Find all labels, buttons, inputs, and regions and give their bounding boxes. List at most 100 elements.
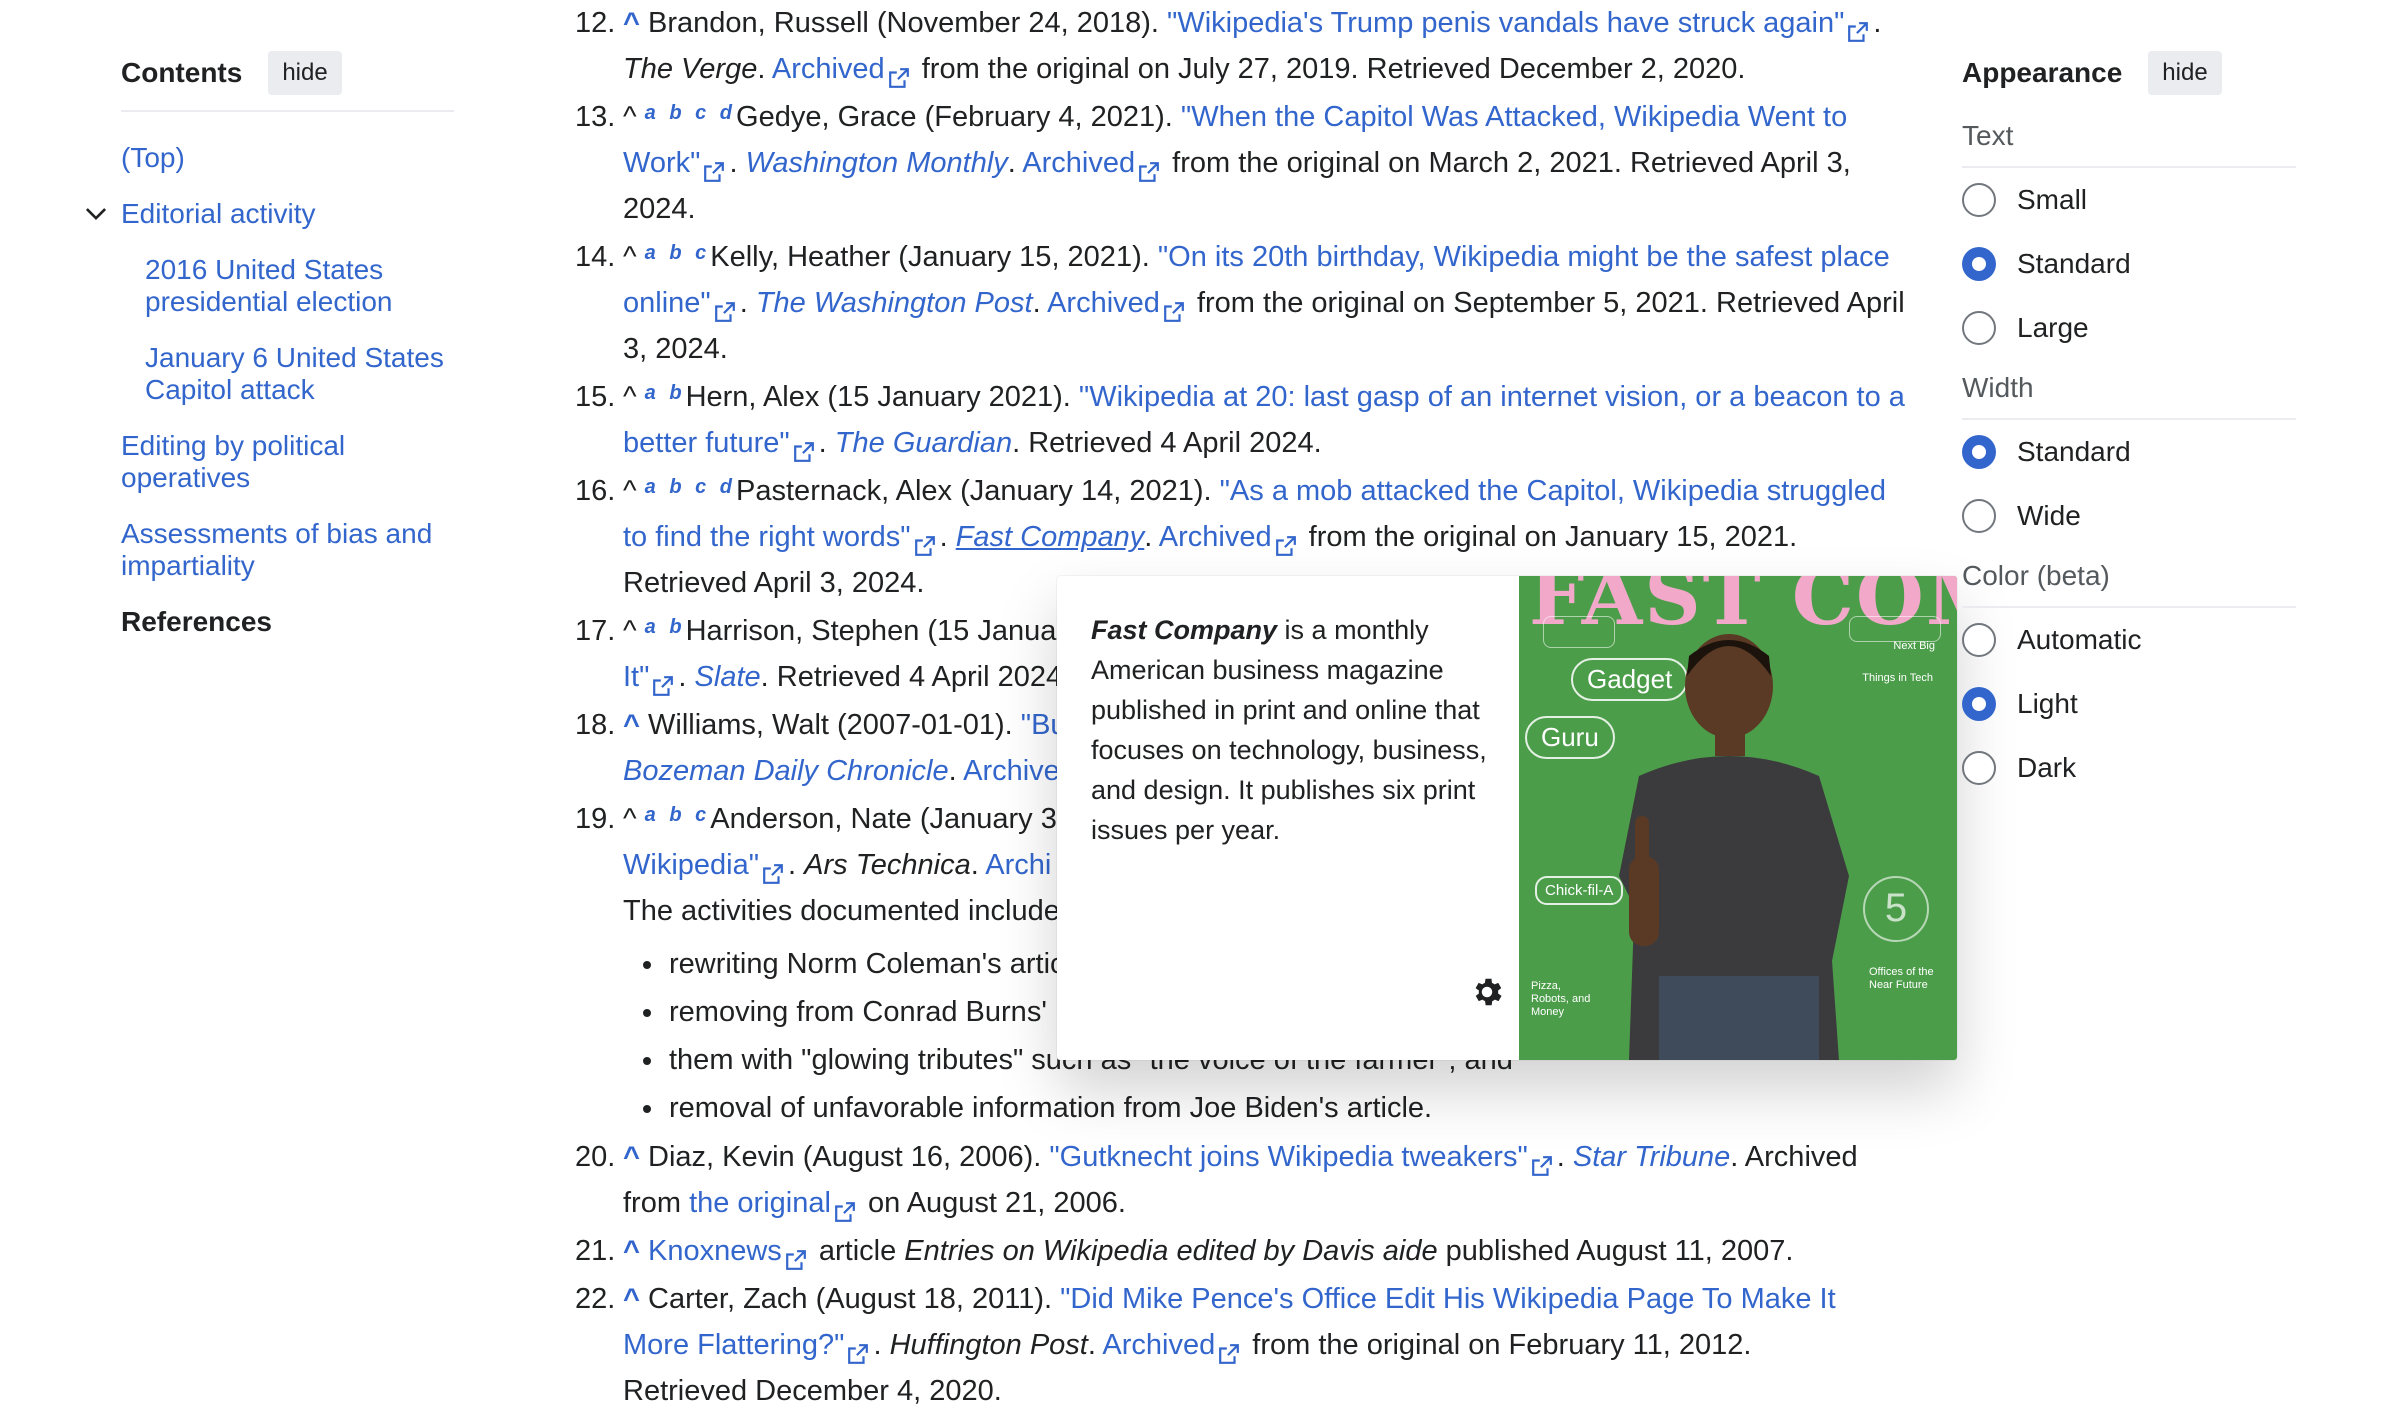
color-section: Color (beta) Automatic Light Dark — [1962, 560, 2296, 800]
citation-text: published August 11, 2007. — [1437, 1235, 1794, 1267]
radio-color-dark[interactable]: Dark — [1962, 736, 2296, 800]
toc-item-political-operatives[interactable]: Editing by political operatives — [121, 430, 454, 494]
text-size-section: Text Small Standard Large — [1962, 120, 2296, 360]
reference-number: 17. — [575, 615, 616, 647]
external-link-icon — [652, 665, 674, 697]
citation-work-link[interactable]: The Washington Post — [756, 287, 1033, 319]
radio-button[interactable] — [1962, 311, 1996, 345]
archived-link[interactable]: Archive — [963, 755, 1060, 787]
backlink-caret[interactable]: ^ — [623, 1141, 640, 1173]
backlinks[interactable]: a b — [645, 616, 686, 638]
external-link-icon — [1847, 11, 1869, 43]
external-link-icon — [888, 57, 910, 89]
citation-text: . — [939, 521, 956, 553]
external-link-icon — [1531, 1145, 1553, 1177]
backlink-caret[interactable]: ^ — [623, 1235, 640, 1267]
radio-color-automatic[interactable]: Automatic — [1962, 608, 2296, 672]
toc-item-references[interactable]: References — [121, 606, 454, 638]
cover-person-illustration — [1619, 634, 1849, 1060]
backlink-caret[interactable]: ^ — [623, 1283, 640, 1315]
backlinks[interactable]: a b c d — [645, 102, 736, 124]
section-label: Text — [1962, 120, 2296, 168]
citation-text: . — [1873, 7, 1882, 39]
width-section: Width Standard Wide — [1962, 372, 2296, 548]
radio-button-checked[interactable] — [1962, 435, 1996, 469]
toc-item-editorial-activity[interactable]: Editorial activity — [85, 198, 454, 230]
toc-item-label[interactable]: Editorial activity — [121, 198, 316, 229]
archived-link[interactable]: Archived — [1022, 147, 1135, 179]
citation-work-link[interactable]: Slate — [695, 661, 761, 693]
citation-text: Anderson, Nate (January 3 — [710, 803, 1057, 835]
radio-button-checked[interactable] — [1962, 247, 1996, 281]
reference-number: 16. — [575, 475, 616, 507]
archived-link[interactable]: Archived — [1159, 521, 1272, 553]
toc-item-bias[interactable]: Assessments of bias and impartiality — [121, 518, 454, 582]
backlink-caret: ^ — [623, 381, 637, 413]
citation-work-link[interactable]: Washington Monthly — [746, 147, 1008, 179]
citation-work-link[interactable]: Bozeman Daily Chronicle — [623, 755, 949, 787]
citation-work: The Verge — [623, 53, 758, 85]
citation-text: article — [810, 1235, 905, 1267]
citation-text: Gedye, Grace (February 4, 2021). — [736, 101, 1181, 133]
radio-button[interactable] — [1962, 751, 1996, 785]
gear-icon[interactable] — [1469, 974, 1505, 1010]
chevron-down-icon[interactable] — [83, 200, 109, 226]
citation-work-link[interactable]: The Guardian — [835, 427, 1012, 459]
magazine-cover-image[interactable]: FAST COMPANY Gadget Guru Chick-fil-A Nex… — [1519, 576, 1957, 1060]
archived-link[interactable]: Archived — [1047, 287, 1160, 319]
external-link-icon — [785, 1239, 807, 1271]
toc-hide-button[interactable]: hide — [268, 51, 342, 95]
radio-width-standard[interactable]: Standard — [1962, 420, 2296, 484]
citation-text: . — [1007, 147, 1023, 179]
backlink-caret: ^ — [623, 241, 637, 273]
external-link-icon — [1138, 151, 1160, 183]
citation-title-link[interactable]: Wikipedia" — [623, 849, 759, 881]
external-link-icon — [714, 291, 736, 323]
appearance-panel: Appearance hide Text Small Standard Larg… — [1962, 48, 2296, 800]
original-link[interactable]: the original — [689, 1187, 831, 1219]
external-link-icon — [847, 1333, 869, 1365]
backlinks[interactable]: a b c d — [645, 476, 736, 498]
archived-link[interactable]: Archived — [1102, 1329, 1215, 1361]
backlink-caret: ^ — [623, 101, 637, 133]
appearance-hide-button[interactable]: hide — [2148, 51, 2222, 95]
radio-button[interactable] — [1962, 183, 1996, 217]
toc-item-2016-election[interactable]: 2016 United States presidential election — [145, 254, 454, 318]
toc-item-top[interactable]: (Top) — [121, 142, 454, 174]
citation-title-link[interactable]: "Gutknecht joins Wikipedia tweakers" — [1049, 1141, 1527, 1173]
reference-number: 21. — [575, 1235, 616, 1267]
radio-button[interactable] — [1962, 499, 1996, 533]
radio-text-standard[interactable]: Standard — [1962, 232, 2296, 296]
radio-text-large[interactable]: Large — [1962, 296, 2296, 360]
backlinks[interactable]: a b — [645, 382, 686, 404]
citation-work: Ars Technica — [804, 849, 971, 881]
radio-width-wide[interactable]: Wide — [1962, 484, 2296, 548]
page-preview-popup[interactable]: Fast Company is a monthly American busin… — [1057, 576, 1957, 1060]
radio-button[interactable] — [1962, 623, 1996, 657]
external-link-icon — [762, 853, 784, 885]
toc-item-january-6[interactable]: January 6 United States Capitol attack — [145, 342, 454, 406]
radio-color-light[interactable]: Light — [1962, 672, 2296, 736]
popup-extract[interactable]: Fast Company is a monthly American busin… — [1057, 576, 1557, 1060]
backlink-caret[interactable]: ^ — [623, 7, 640, 39]
radio-text-small[interactable]: Small — [1962, 168, 2296, 232]
backlinks[interactable]: a b c — [645, 804, 711, 826]
backlinks[interactable]: a b c — [645, 242, 711, 264]
citation-title-link[interactable]: Knoxnews — [648, 1235, 782, 1267]
citation-text: . — [739, 287, 756, 319]
archived-link[interactable]: Archi — [985, 849, 1051, 881]
citation-title-link[interactable]: "Wikipedia's Trump penis vandals have st… — [1167, 7, 1844, 39]
citation-work: Entries on Wikipedia edited by Davis aid… — [904, 1235, 1438, 1267]
radio-label: Dark — [2017, 752, 2077, 783]
citation-work-link-hovered[interactable]: Fast Company — [956, 521, 1145, 553]
radio-button-checked[interactable] — [1962, 687, 1996, 721]
citation-text: . — [1144, 521, 1159, 553]
reference-number: 13. — [575, 101, 616, 133]
archived-link[interactable]: Archived — [772, 53, 885, 85]
citation-text: . — [1032, 287, 1048, 319]
reference-number: 14. — [575, 241, 616, 273]
citation-work-link[interactable]: Star Tribune — [1573, 1141, 1730, 1173]
backlink-caret[interactable]: ^ — [623, 709, 640, 741]
citation-title-link[interactable]: It" — [623, 661, 649, 693]
backlink-caret: ^ — [623, 803, 637, 835]
